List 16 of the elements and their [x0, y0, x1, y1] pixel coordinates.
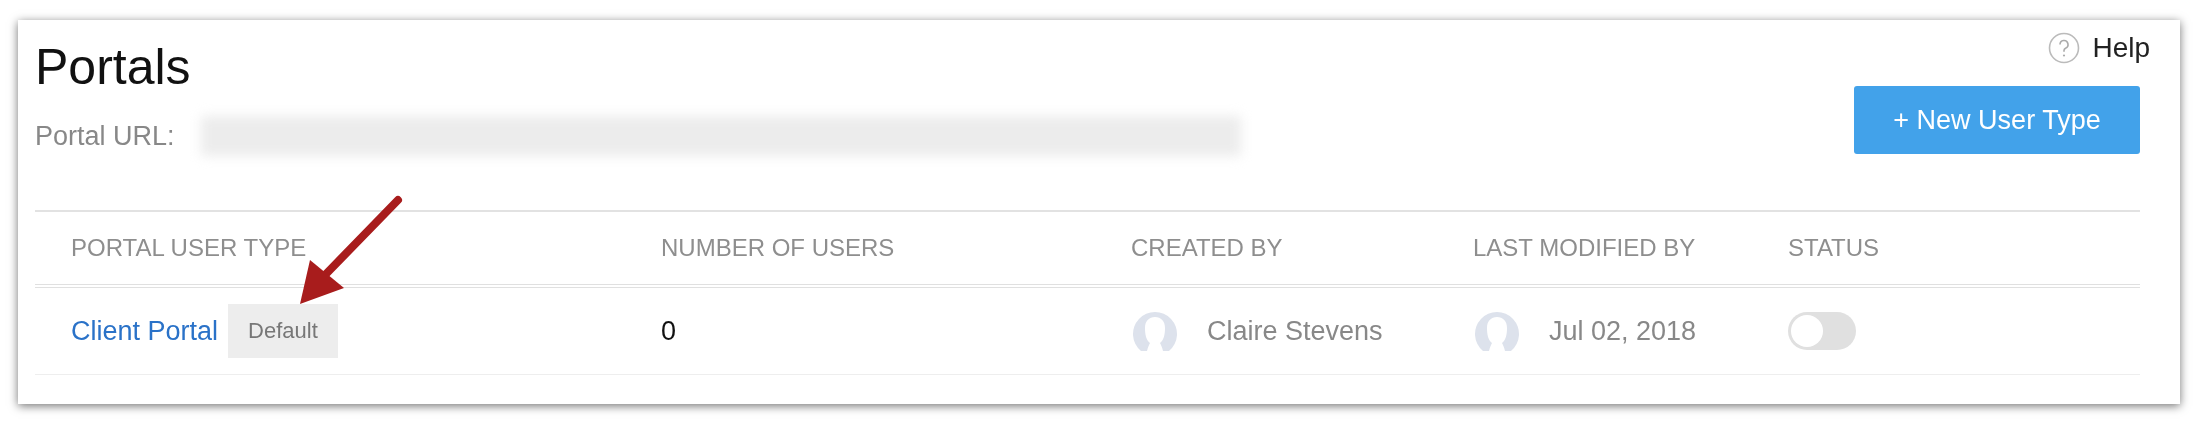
- column-header: NUMBER OF USERS: [661, 234, 896, 262]
- column-header: LAST MODIFIED BY: [1473, 234, 1697, 262]
- creator-name: Claire Stevens: [1207, 315, 1383, 347]
- default-badge: Default: [228, 304, 338, 358]
- user-count: 0: [661, 315, 677, 347]
- column-header: CREATED BY: [1131, 234, 1284, 262]
- help-icon: [2048, 32, 2081, 64]
- portal-name-link[interactable]: Client Portal: [71, 315, 219, 347]
- help-link[interactable]: Help: [2048, 32, 2150, 64]
- page-title: Portals: [35, 38, 192, 96]
- column-header: STATUS: [1788, 234, 1880, 262]
- portal-url-label: Portal URL:: [35, 120, 175, 152]
- status-toggle[interactable]: [1788, 312, 1856, 350]
- modified-date: Jul 02, 2018: [1549, 315, 1697, 347]
- column-header: PORTAL USER TYPE: [70, 234, 308, 262]
- new-user-type-button[interactable]: + New User Type: [1854, 86, 2140, 154]
